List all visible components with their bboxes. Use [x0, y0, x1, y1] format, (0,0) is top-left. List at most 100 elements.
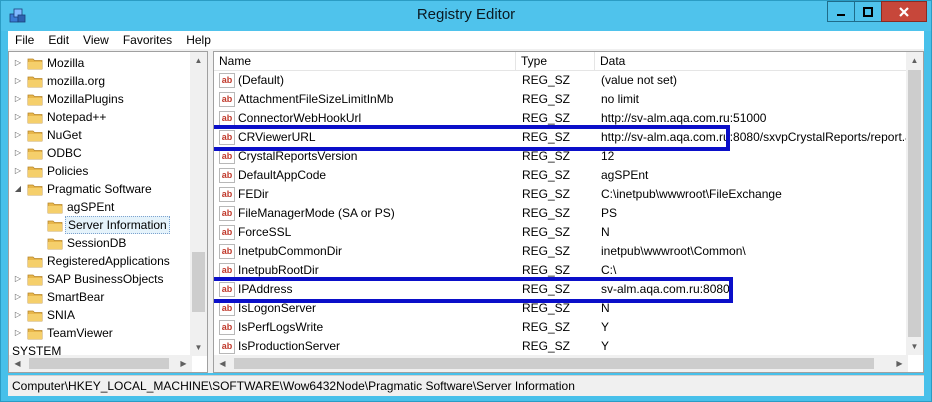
value-type: REG_SZ: [522, 263, 571, 277]
tree-item-label: Mozilla: [47, 56, 85, 70]
collapsed-arrow-icon[interactable]: ▷: [13, 90, 23, 108]
title-bar[interactable]: Registry Editor: [1, 1, 931, 31]
collapsed-arrow-icon[interactable]: ▷: [13, 324, 23, 342]
value-data: http://sv-alm.aqa.com.ru:51000: [601, 111, 767, 125]
values-list-pane[interactable]: Name Type Data ab (Default) REG_SZ (value n…: [213, 51, 924, 373]
folder-icon: [27, 76, 43, 88]
string-value-icon: ab: [219, 244, 235, 259]
value-row[interactable]: ab IsPerfLogsWrite REG_SZ Y: [214, 318, 908, 337]
value-row[interactable]: ab IPAddress REG_SZ sv-alm.aqa.com.ru:8080: [214, 280, 908, 299]
tree-item[interactable]: SYSTEM: [9, 342, 192, 356]
value-row[interactable]: ab CrystalReportsVersion REG_SZ 12: [214, 147, 908, 166]
tree-item[interactable]: ▷ SNIA: [9, 306, 192, 324]
value-data: PS: [601, 206, 618, 220]
tree-item-label: Policies: [47, 164, 89, 178]
tree-item[interactable]: Server Information: [9, 216, 192, 234]
scroll-down-icon[interactable]: ▼: [906, 338, 923, 355]
list-horizontal-scrollbar[interactable]: ◀ ▶: [214, 355, 908, 372]
collapsed-arrow-icon[interactable]: ▷: [13, 144, 23, 162]
tree-item[interactable]: ▷ MozillaPlugins: [9, 90, 192, 108]
value-row[interactable]: ab CRViewerURL REG_SZ http://sv-alm.aqa.com…: [214, 128, 908, 147]
value-row[interactable]: ab IsLogonServer REG_SZ N: [214, 299, 908, 318]
scroll-right-icon[interactable]: ▶: [891, 355, 908, 372]
registry-editor-window: Registry Editor File Edit View Favorites…: [0, 0, 932, 402]
folder-icon: [27, 256, 43, 268]
menu-view[interactable]: View: [76, 31, 116, 49]
tree-vertical-scrollbar[interactable]: ▲ ▼: [190, 52, 207, 356]
string-value-icon: ab: [219, 282, 235, 297]
value-row[interactable]: ab (Default) REG_SZ (value not set): [214, 71, 908, 90]
maximize-button[interactable]: [854, 1, 882, 22]
tree-item[interactable]: ▷ mozilla.org: [9, 72, 192, 90]
column-header-data[interactable]: Data: [595, 52, 908, 71]
tree-item[interactable]: ▷ Mozilla: [9, 54, 192, 72]
scroll-up-icon[interactable]: ▲: [906, 52, 923, 69]
expanded-arrow-icon[interactable]: ◢: [13, 180, 23, 198]
collapsed-arrow-icon[interactable]: ▷: [13, 126, 23, 144]
tree-item[interactable]: ▷ NuGet: [9, 126, 192, 144]
collapsed-arrow-icon[interactable]: ▷: [13, 288, 23, 306]
value-row[interactable]: ab ForceSSL REG_SZ N: [214, 223, 908, 242]
value-data: Y: [601, 339, 610, 353]
tree-vscroll-thumb[interactable]: [192, 252, 205, 312]
value-name: FileManagerMode (SA or PS): [238, 206, 395, 220]
menu-favorites[interactable]: Favorites: [116, 31, 179, 49]
collapsed-arrow-icon[interactable]: ▷: [13, 162, 23, 180]
close-button[interactable]: [881, 1, 927, 22]
tree-item-label: MozillaPlugins: [47, 92, 124, 106]
tree-item-label: RegisteredApplications: [47, 254, 170, 268]
string-value-icon: ab: [219, 168, 235, 183]
list-hscroll-thumb[interactable]: [234, 358, 874, 369]
window-title: Registry Editor: [416, 6, 516, 23]
maximize-icon: [863, 6, 873, 17]
tree-item[interactable]: ▷ SAP BusinessObjects: [9, 270, 192, 288]
scroll-left-icon[interactable]: ◀: [9, 355, 26, 372]
tree-item-label: SmartBear: [47, 290, 105, 304]
value-row[interactable]: ab AttachmentFileSizeLimitInMb REG_SZ no li…: [214, 90, 908, 109]
value-row[interactable]: ab ConnectorWebHookUrl REG_SZ http://sv-alm…: [214, 109, 908, 128]
folder-icon: [47, 220, 63, 232]
list-vertical-scrollbar[interactable]: ▲ ▼: [906, 52, 923, 355]
scroll-right-icon[interactable]: ▶: [175, 355, 192, 372]
tree-item[interactable]: ▷ TeamViewer: [9, 324, 192, 342]
key-tree-pane[interactable]: ▷ Mozilla ▷ mozilla.org ▷ MozillaPlugins ▷ Note…: [8, 51, 208, 373]
tree-item[interactable]: ▷ Policies: [9, 162, 192, 180]
tree-item[interactable]: RegisteredApplications: [9, 252, 192, 270]
value-type: REG_SZ: [522, 339, 571, 353]
value-row[interactable]: ab InetpubCommonDir REG_SZ inetpub\wwwroot\…: [214, 242, 908, 261]
string-value-icon: ab: [219, 92, 235, 107]
tree-horizontal-scrollbar[interactable]: ◀ ▶: [9, 355, 192, 372]
value-row[interactable]: ab InetpubRootDir REG_SZ C:\: [214, 261, 908, 280]
tree-item[interactable]: ▷ SmartBear: [9, 288, 192, 306]
tree-item-label: ODBC: [47, 146, 82, 160]
tree-item[interactable]: ▷ ODBC: [9, 144, 192, 162]
tree-item[interactable]: ◢ Pragmatic Software: [9, 180, 192, 198]
scroll-down-icon[interactable]: ▼: [190, 339, 207, 356]
collapsed-arrow-icon[interactable]: ▷: [13, 72, 23, 90]
menu-file[interactable]: File: [8, 31, 41, 49]
value-row[interactable]: ab DefaultAppCode REG_SZ agSPEnt: [214, 166, 908, 185]
collapsed-arrow-icon[interactable]: ▷: [13, 306, 23, 324]
value-row[interactable]: ab IsProductionServer REG_SZ Y: [214, 337, 908, 355]
tree-item[interactable]: agSPEnt: [9, 198, 192, 216]
value-name: CRViewerURL: [238, 130, 316, 144]
minimize-button[interactable]: [827, 1, 855, 22]
collapsed-arrow-icon[interactable]: ▷: [13, 108, 23, 126]
value-row[interactable]: ab FEDir REG_SZ C:\inetpub\wwwroot\FileExch…: [214, 185, 908, 204]
column-header-name[interactable]: Name: [214, 52, 516, 71]
tree-item[interactable]: SessionDB: [9, 234, 192, 252]
collapsed-arrow-icon[interactable]: ▷: [13, 270, 23, 288]
menu-help[interactable]: Help: [179, 31, 218, 49]
column-header-type[interactable]: Type: [516, 52, 595, 71]
collapsed-arrow-icon[interactable]: ▷: [13, 54, 23, 72]
value-row[interactable]: ab FileManagerMode (SA or PS) REG_SZ PS: [214, 204, 908, 223]
value-data: sv-alm.aqa.com.ru:8080: [601, 282, 730, 296]
menu-edit[interactable]: Edit: [41, 31, 76, 49]
scroll-up-icon[interactable]: ▲: [190, 52, 207, 69]
scroll-left-icon[interactable]: ◀: [214, 355, 231, 372]
list-vscroll-thumb[interactable]: [908, 70, 921, 337]
tree-item-label: NuGet: [47, 128, 82, 142]
tree-item[interactable]: ▷ Notepad++: [9, 108, 192, 126]
tree-hscroll-thumb[interactable]: [29, 358, 169, 369]
value-type: REG_SZ: [522, 282, 571, 296]
